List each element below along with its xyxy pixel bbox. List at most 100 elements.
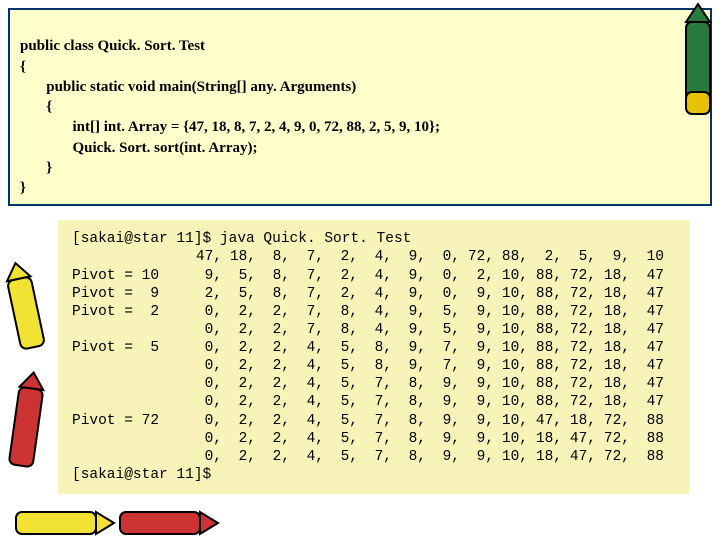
array-value: 9, xyxy=(430,448,464,466)
array-value: 8, xyxy=(362,357,396,375)
array-value: 9, xyxy=(464,339,498,357)
code-line: } xyxy=(20,160,52,176)
array-value: 10, xyxy=(498,339,532,357)
array-value: 88 xyxy=(634,448,668,466)
pivot-label: Pivot = 10 xyxy=(72,267,192,285)
array-value: 8, xyxy=(260,285,294,303)
terminal-output: [sakai@star 11]$ java Quick. Sort. Test … xyxy=(58,220,690,494)
array-value: 4, xyxy=(294,448,328,466)
array-value: 5, xyxy=(328,448,362,466)
array-value: 5, xyxy=(430,321,464,339)
array-value: 18, xyxy=(600,375,634,393)
code-line: { xyxy=(20,99,52,115)
array-value: 5, xyxy=(328,412,362,430)
array-value: 10, xyxy=(498,321,532,339)
array-value: 7, xyxy=(362,430,396,448)
array-value: 9, xyxy=(464,412,498,430)
array-value: 8, xyxy=(396,430,430,448)
array-value: 88, xyxy=(532,393,566,411)
array-value: 0, xyxy=(192,430,226,448)
pivot-label: Pivot = 72 xyxy=(72,412,192,430)
array-value: 88, xyxy=(532,285,566,303)
array-row: 0,2,2,4,5,7,8,9,9,10,18,47,72,88 xyxy=(72,430,682,448)
array-value: 2, xyxy=(226,393,260,411)
array-value: 72, xyxy=(566,285,600,303)
array-value: 10, xyxy=(498,357,532,375)
pivot-row: Pivot = 720,2,2,4,5,7,8,9,9,10,47,18,72,… xyxy=(72,412,682,430)
array-value: 9, xyxy=(464,430,498,448)
array-value: 47, xyxy=(532,412,566,430)
array-value: 2, xyxy=(260,448,294,466)
array-value: 2, xyxy=(226,357,260,375)
array-value: 4, xyxy=(362,321,396,339)
array-value: 2, xyxy=(226,321,260,339)
array-value: 10, xyxy=(498,430,532,448)
array-value: 18, xyxy=(600,285,634,303)
array-row: 47,18,8,7,2,4,9,0,72,88,2,5,9,10 xyxy=(72,248,682,266)
array-value: 4, xyxy=(362,248,396,266)
array-value: 2, xyxy=(226,448,260,466)
array-value: 18, xyxy=(532,448,566,466)
array-value: 72, xyxy=(566,393,600,411)
array-value: 5, xyxy=(566,248,600,266)
terminal-prompt: [sakai@star 11]$ java Quick. Sort. Test xyxy=(72,230,682,248)
array-value: 7, xyxy=(294,267,328,285)
pivot-row: Pivot = 50,2,2,4,5,8,9,7,9,10,88,72,18,4… xyxy=(72,339,682,357)
array-value: 72, xyxy=(566,375,600,393)
pivot-row: Pivot = 92,5,8,7,2,4,9,0,9,10,88,72,18,4… xyxy=(72,285,682,303)
array-value: 8, xyxy=(328,303,362,321)
array-value: 7, xyxy=(362,412,396,430)
array-value: 8, xyxy=(396,412,430,430)
array-value: 47 xyxy=(634,393,668,411)
array-row: 0,2,2,4,5,7,8,9,9,10,88,72,18,47 xyxy=(72,393,682,411)
array-value: 9, xyxy=(464,357,498,375)
array-value: 47 xyxy=(634,375,668,393)
array-value: 72, xyxy=(600,448,634,466)
array-value: 72, xyxy=(464,248,498,266)
array-value: 7, xyxy=(362,448,396,466)
crayon-icon xyxy=(678,2,718,122)
array-value: 4, xyxy=(294,393,328,411)
array-value: 0, xyxy=(430,267,464,285)
array-value: 7, xyxy=(362,393,396,411)
pivot-label: Pivot = 5 xyxy=(72,339,192,357)
array-value: 2, xyxy=(226,303,260,321)
array-value: 88, xyxy=(532,267,566,285)
array-value: 88 xyxy=(634,430,668,448)
code-line: public static void main(String[] any. Ar… xyxy=(20,79,356,95)
array-value: 0, xyxy=(192,357,226,375)
array-value: 9, xyxy=(430,375,464,393)
array-value: 72, xyxy=(566,357,600,375)
array-value: 5, xyxy=(328,430,362,448)
array-value: 9, xyxy=(396,248,430,266)
array-value: 72, xyxy=(566,339,600,357)
array-value: 0, xyxy=(430,248,464,266)
array-value: 9, xyxy=(430,430,464,448)
array-value: 9, xyxy=(464,321,498,339)
code-line: public class Quick. Sort. Test xyxy=(20,38,205,54)
array-value: 2, xyxy=(226,339,260,357)
array-value: 5, xyxy=(328,393,362,411)
array-value: 47, xyxy=(566,448,600,466)
array-value: 9, xyxy=(192,267,226,285)
array-value: 9, xyxy=(396,303,430,321)
array-value: 8, xyxy=(396,393,430,411)
array-value: 2, xyxy=(260,430,294,448)
array-value: 9, xyxy=(396,321,430,339)
array-value: 0, xyxy=(192,303,226,321)
array-value: 2, xyxy=(260,303,294,321)
array-value: 10, xyxy=(498,267,532,285)
code-listing: public class Quick. Sort. Test { public … xyxy=(8,8,712,206)
array-value: 9, xyxy=(430,412,464,430)
array-value: 2, xyxy=(226,412,260,430)
crayon-icon xyxy=(110,502,220,542)
array-value: 9, xyxy=(464,285,498,303)
array-value: 5, xyxy=(328,375,362,393)
array-value: 7, xyxy=(362,375,396,393)
crayon-icon xyxy=(0,370,60,490)
array-value: 10, xyxy=(498,375,532,393)
array-value: 2, xyxy=(328,267,362,285)
code-line: { xyxy=(20,59,26,75)
array-value: 2, xyxy=(464,267,498,285)
array-value: 2, xyxy=(260,357,294,375)
